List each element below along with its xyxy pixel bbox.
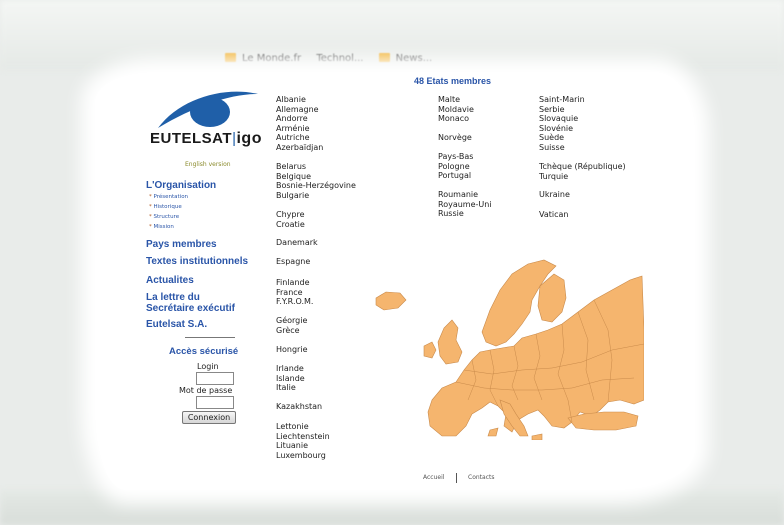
country-item[interactable]: Arménie xyxy=(276,124,323,134)
country-item[interactable]: Allemagne xyxy=(276,105,323,115)
country-item[interactable]: Roumanie xyxy=(438,190,492,200)
login-label: Login xyxy=(197,362,219,371)
rss-icon xyxy=(378,53,390,62)
country-item[interactable]: Slovénie xyxy=(539,124,585,134)
country-group: Saint-Marin Serbie Slovaquie Slovénie Suède S… xyxy=(539,95,585,152)
connexion-button[interactable]: Connexion xyxy=(182,411,236,424)
country-group: Kazakhstan xyxy=(276,402,322,412)
nav-textes-institutionnels[interactable]: Textes institutionnels xyxy=(146,256,248,267)
country-group: Géorgie Grèce xyxy=(276,316,307,335)
country-item[interactable]: Luxembourg xyxy=(276,451,330,461)
country-item[interactable]: Belgique xyxy=(276,172,356,182)
browser-statusbar xyxy=(0,490,784,525)
country-item[interactable]: Ukraine xyxy=(539,190,570,200)
country-item[interactable]: Autriche xyxy=(276,133,323,143)
country-item[interactable]: Serbie xyxy=(539,105,585,115)
country-group: Pays-Bas Pologne Portugal xyxy=(438,152,473,181)
nav-actualites[interactable]: Actualites xyxy=(146,275,194,286)
country-item[interactable]: Suisse xyxy=(539,143,585,153)
folder-icon xyxy=(225,53,236,62)
nav-eutelsat-sa[interactable]: Eutelsat S.A. xyxy=(146,319,207,330)
country-item[interactable]: Pays-Bas xyxy=(438,152,473,162)
nav-pays-membres[interactable]: Pays membres xyxy=(146,239,217,250)
country-group: Albanie Allemagne Andorre Arménie Autriche Az… xyxy=(276,95,323,152)
country-group: Tchèque (République) Turquie xyxy=(539,162,626,181)
english-version-link[interactable]: English version xyxy=(185,161,231,168)
country-item[interactable]: Islande xyxy=(276,374,305,384)
country-item[interactable]: Finlande xyxy=(276,278,313,288)
country-item[interactable]: Albanie xyxy=(276,95,323,105)
country-group: Malte Moldavie Monaco xyxy=(438,95,474,124)
country-item[interactable]: Danemark xyxy=(276,238,318,248)
country-group: Norvège xyxy=(438,133,472,143)
login-input[interactable] xyxy=(196,372,234,385)
secure-access-title: Accès sécurisé xyxy=(169,346,239,357)
country-item[interactable]: Lettonie xyxy=(276,422,330,432)
country-item[interactable]: Belarus xyxy=(276,162,356,172)
europe-map[interactable] xyxy=(372,250,644,440)
country-item[interactable]: Irlande xyxy=(276,364,305,374)
footer-accueil-link[interactable]: Accueil xyxy=(423,474,444,481)
country-group: Espagne xyxy=(276,257,310,267)
country-group: Lettonie Liechtenstein Lituanie Luxembourg xyxy=(276,422,330,460)
country-item[interactable]: F.Y.R.O.M. xyxy=(276,297,313,307)
nav-sub-presentation[interactable]: Présentation xyxy=(149,194,189,200)
country-item[interactable]: Azerbaïdjan xyxy=(276,143,323,153)
nav-lettre[interactable]: La lettre du Secrétaire exécutif xyxy=(146,292,235,314)
country-item[interactable]: Liechtenstein xyxy=(276,432,330,442)
country-item[interactable]: Suède xyxy=(539,133,585,143)
country-item[interactable]: Russie xyxy=(438,209,492,219)
password-label: Mot de passe xyxy=(179,386,233,395)
country-item[interactable]: Croatie xyxy=(276,220,305,230)
country-group: Irlande Islande Italie xyxy=(276,364,305,393)
country-item[interactable]: Norvège xyxy=(438,133,472,143)
country-item[interactable]: Malte xyxy=(438,95,474,105)
footer-separator xyxy=(456,473,457,483)
footer-contacts-link[interactable]: Contacts xyxy=(468,474,494,481)
bookmarks-bar: Le Monde.fr Technol... News... xyxy=(225,53,444,64)
nav-sub-historique[interactable]: Historique xyxy=(149,204,182,210)
bookmark-news[interactable]: News... xyxy=(378,53,439,64)
country-group: Hongrie xyxy=(276,345,308,355)
bookmark-lemonde[interactable]: Le Monde.fr xyxy=(225,53,307,64)
country-item[interactable]: Turquie xyxy=(539,172,626,182)
country-item[interactable]: Géorgie xyxy=(276,316,307,326)
password-input[interactable] xyxy=(196,396,234,409)
nav-sub-structure[interactable]: Structure xyxy=(149,214,180,220)
country-item[interactable]: Moldavie xyxy=(438,105,474,115)
country-item[interactable]: Slovaquie xyxy=(539,114,585,124)
country-group: Roumanie Royaume-Uni Russie xyxy=(438,190,492,219)
nav-sub-mission[interactable]: Mission xyxy=(149,224,174,230)
nav-divider xyxy=(185,337,235,338)
country-item[interactable]: Chypre xyxy=(276,210,305,220)
country-group: Finlande France F.Y.R.O.M. xyxy=(276,278,313,307)
country-item[interactable]: Monaco xyxy=(438,114,474,124)
country-item[interactable]: Portugal xyxy=(438,171,473,181)
country-item[interactable]: Vatican xyxy=(539,210,568,220)
country-item[interactable]: Pologne xyxy=(438,162,473,172)
bookmark-technol[interactable]: Technol... xyxy=(316,53,369,64)
country-item[interactable]: Andorre xyxy=(276,114,323,124)
country-group: Ukraine xyxy=(539,190,570,200)
country-item[interactable]: Grèce xyxy=(276,326,307,336)
country-item[interactable]: France xyxy=(276,288,313,298)
nav-organisation[interactable]: L'Organisation xyxy=(146,180,216,191)
logo-text[interactable]: EUTELSAT|igo xyxy=(150,130,262,148)
country-group: Danemark xyxy=(276,238,318,248)
country-item[interactable]: Lituanie xyxy=(276,441,330,451)
country-item[interactable]: Tchèque (République) xyxy=(539,162,626,172)
country-group: Belarus Belgique Bosnie-Herzégovine Bulgari… xyxy=(276,162,356,200)
country-item[interactable]: Hongrie xyxy=(276,345,308,355)
country-group: Chypre Croatie xyxy=(276,210,305,229)
country-item[interactable]: Bulgarie xyxy=(276,191,356,201)
country-item[interactable]: Italie xyxy=(276,383,305,393)
country-item[interactable]: Espagne xyxy=(276,257,310,267)
country-group: Vatican xyxy=(539,210,568,220)
country-item[interactable]: Kazakhstan xyxy=(276,402,322,412)
country-item[interactable]: Saint-Marin xyxy=(539,95,585,105)
country-item[interactable]: Bosnie-Herzégovine xyxy=(276,181,356,191)
country-item[interactable]: Royaume-Uni xyxy=(438,200,492,210)
members-title: 48 Etats membres xyxy=(414,76,492,86)
